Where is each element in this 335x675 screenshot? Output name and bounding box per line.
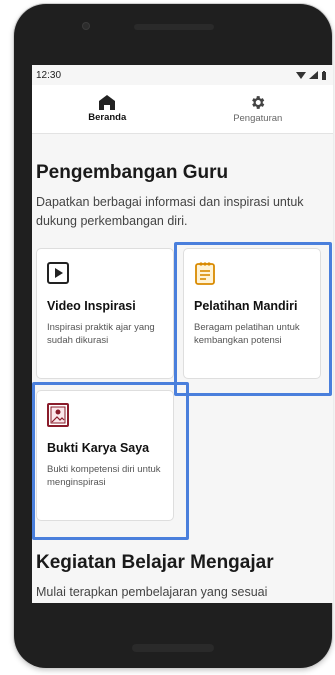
tab-beranda-label: Beranda bbox=[88, 112, 127, 123]
section-title-pengembangan: Pengembangan Guru bbox=[36, 162, 229, 183]
section-desc-pengembangan: Dapatkan berbagai informasi dan inspiras… bbox=[36, 195, 304, 228]
highlight-box-bukti bbox=[32, 382, 189, 540]
signal-icon bbox=[309, 71, 318, 79]
card-title: Video Inspirasi bbox=[47, 299, 136, 313]
tab-pengaturan-label: Pengaturan bbox=[233, 113, 283, 124]
highlight-box-pelatihan bbox=[174, 242, 332, 396]
gear-icon bbox=[252, 96, 265, 109]
status-time: 12:30 bbox=[36, 69, 62, 81]
card-description: Inspirasi praktik ajar yang sudah dikura… bbox=[47, 322, 155, 346]
section-title-kegiatan: Kegiatan Belajar Mengajar bbox=[36, 552, 274, 573]
battery-icon bbox=[322, 70, 326, 80]
camera-dot bbox=[82, 22, 90, 30]
status-icons bbox=[296, 70, 327, 80]
status-bar: 12:30 bbox=[32, 65, 333, 85]
app-screen: 12:30 Beranda Pengaturan Pengembangan Gu… bbox=[32, 65, 333, 603]
wifi-icon bbox=[296, 72, 306, 79]
tab-beranda[interactable]: Beranda bbox=[32, 85, 183, 133]
video-play-icon bbox=[47, 262, 69, 284]
tab-bar: Beranda Pengaturan bbox=[32, 85, 333, 134]
earpiece-speaker bbox=[134, 24, 214, 30]
home-icon bbox=[99, 95, 116, 110]
section-desc-kegiatan: Mulai terapkan pembelajaran yang sesuai bbox=[36, 585, 268, 599]
tab-pengaturan[interactable]: Pengaturan bbox=[183, 85, 334, 133]
card-video-inspirasi[interactable]: Video Inspirasi Inspirasi praktik ajar y… bbox=[36, 248, 174, 379]
bottom-speaker bbox=[132, 644, 214, 652]
